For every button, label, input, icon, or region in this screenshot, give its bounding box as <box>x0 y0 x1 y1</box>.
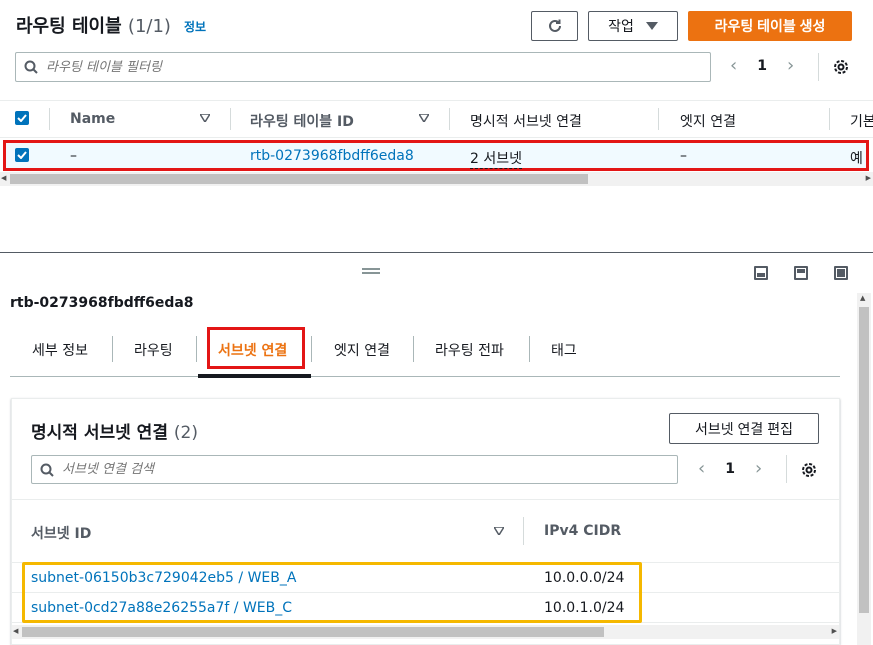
search-icon <box>40 463 54 477</box>
subnet-search[interactable] <box>31 455 678 484</box>
column-header-id[interactable]: 라우팅 테이블 ID <box>250 111 354 131</box>
horizontal-scrollbar[interactable]: ◀ ▶ <box>12 625 839 639</box>
next-page-icon[interactable]: › <box>787 55 794 76</box>
route-table-header <box>0 100 873 138</box>
pagination: ‹ 1 › <box>698 458 762 479</box>
route-table-filter-input[interactable] <box>46 59 664 75</box>
tab-highlight-box <box>207 327 305 369</box>
sort-icon[interactable] <box>419 114 429 122</box>
scrollbar-thumb[interactable] <box>22 627 604 637</box>
scrollbar-thumb[interactable] <box>859 307 869 613</box>
explicit-subnets-value[interactable]: 2 서브넷 <box>470 148 522 169</box>
pane-bottom-icon[interactable] <box>754 266 768 280</box>
table-row-selected[interactable] <box>3 140 869 171</box>
section-count: (2) <box>173 423 198 443</box>
column-header-ipv4-cidr[interactable]: IPv4 CIDR <box>544 523 621 539</box>
caret-down-icon <box>645 22 658 30</box>
info-link[interactable]: 정보 <box>184 18 206 35</box>
selection-count: (1/1) <box>127 16 171 37</box>
resize-handle-icon[interactable] <box>362 268 380 274</box>
current-page[interactable]: 1 <box>757 58 767 74</box>
tab-details[interactable]: 세부 정보 <box>32 340 88 360</box>
refresh-icon <box>548 19 561 32</box>
column-header-name[interactable]: Name <box>70 111 115 127</box>
next-page-icon[interactable]: › <box>755 458 762 479</box>
tab-routes[interactable]: 라우팅 <box>134 340 173 360</box>
route-table-filter[interactable] <box>15 52 711 82</box>
edit-subnet-associations-button[interactable]: 서브넷 연결 편집 <box>669 413 819 444</box>
selected-route-table-id: rtb-0273968fbdff6eda8 <box>10 295 194 311</box>
scrollbar-thumb[interactable] <box>10 174 588 184</box>
column-divider <box>829 108 830 130</box>
scroll-right-icon[interactable]: ▶ <box>832 627 837 635</box>
tab-divider <box>112 336 113 362</box>
search-icon <box>24 60 38 74</box>
column-header-main[interactable]: 기본 <box>850 111 873 131</box>
column-header-explicit-subnets[interactable]: 명시적 서브넷 연결 <box>470 111 582 131</box>
active-tab-indicator <box>198 374 311 378</box>
tab-divider <box>413 336 414 362</box>
pane-full-icon[interactable] <box>834 266 848 280</box>
pane-split-icon[interactable] <box>794 266 808 280</box>
prev-page-icon[interactable]: ‹ <box>730 55 737 76</box>
scroll-up-icon[interactable]: ▲ <box>860 294 865 302</box>
sort-icon[interactable] <box>200 114 210 122</box>
vertical-scrollbar[interactable]: ▲ <box>857 293 871 645</box>
tab-route-propagation[interactable]: 라우팅 전파 <box>435 340 504 360</box>
split-divider[interactable] <box>0 252 873 253</box>
column-divider <box>523 517 524 545</box>
scroll-left-icon[interactable]: ◀ <box>1 174 6 182</box>
gear-icon[interactable] <box>832 58 850 76</box>
subnet-search-input[interactable] <box>62 462 636 477</box>
pagination: ‹ 1 › <box>730 55 794 76</box>
edge-value: – <box>680 148 687 164</box>
column-divider <box>658 108 659 130</box>
horizontal-scrollbar[interactable]: ◀ ▶ <box>0 172 873 186</box>
actions-button[interactable]: 작업 <box>588 11 678 41</box>
column-header-subnet-id[interactable]: 서브넷 ID <box>31 523 91 543</box>
tab-divider <box>311 336 312 362</box>
toolbar-divider <box>818 53 819 81</box>
select-all-checkbox[interactable] <box>15 111 29 125</box>
section-title: 명시적 서브넷 연결 (2) <box>31 423 198 443</box>
row-checkbox[interactable] <box>15 148 29 162</box>
toolbar-divider <box>786 455 787 483</box>
create-route-table-button[interactable]: 라우팅 테이블 생성 <box>688 11 852 41</box>
subnet-table-header <box>12 499 839 563</box>
refresh-button[interactable] <box>531 11 578 41</box>
column-header-edge[interactable]: 엣지 연결 <box>680 111 736 131</box>
subnet-highlight-box <box>22 562 642 623</box>
row-name: – <box>70 148 77 164</box>
check-icon <box>17 151 27 159</box>
main-value: 예 <box>850 151 863 167</box>
sort-icon[interactable] <box>494 527 504 535</box>
tab-divider <box>196 336 197 362</box>
tab-tags[interactable]: 태그 <box>551 340 577 360</box>
scroll-left-icon[interactable]: ◀ <box>13 627 18 635</box>
scroll-right-icon[interactable]: ▶ <box>866 174 871 182</box>
column-divider <box>49 108 50 130</box>
tab-divider <box>529 336 530 362</box>
check-icon <box>17 114 27 122</box>
tab-edge-associations[interactable]: 엣지 연결 <box>334 340 390 360</box>
prev-page-icon[interactable]: ‹ <box>698 458 705 479</box>
route-table-id-link[interactable]: rtb-0273968fbdff6eda8 <box>250 148 414 164</box>
gear-icon[interactable] <box>800 461 818 479</box>
column-divider <box>449 108 450 130</box>
column-divider <box>230 108 231 130</box>
current-page[interactable]: 1 <box>725 461 735 477</box>
page-title: 라우팅 테이블 (1/1) <box>16 16 171 37</box>
